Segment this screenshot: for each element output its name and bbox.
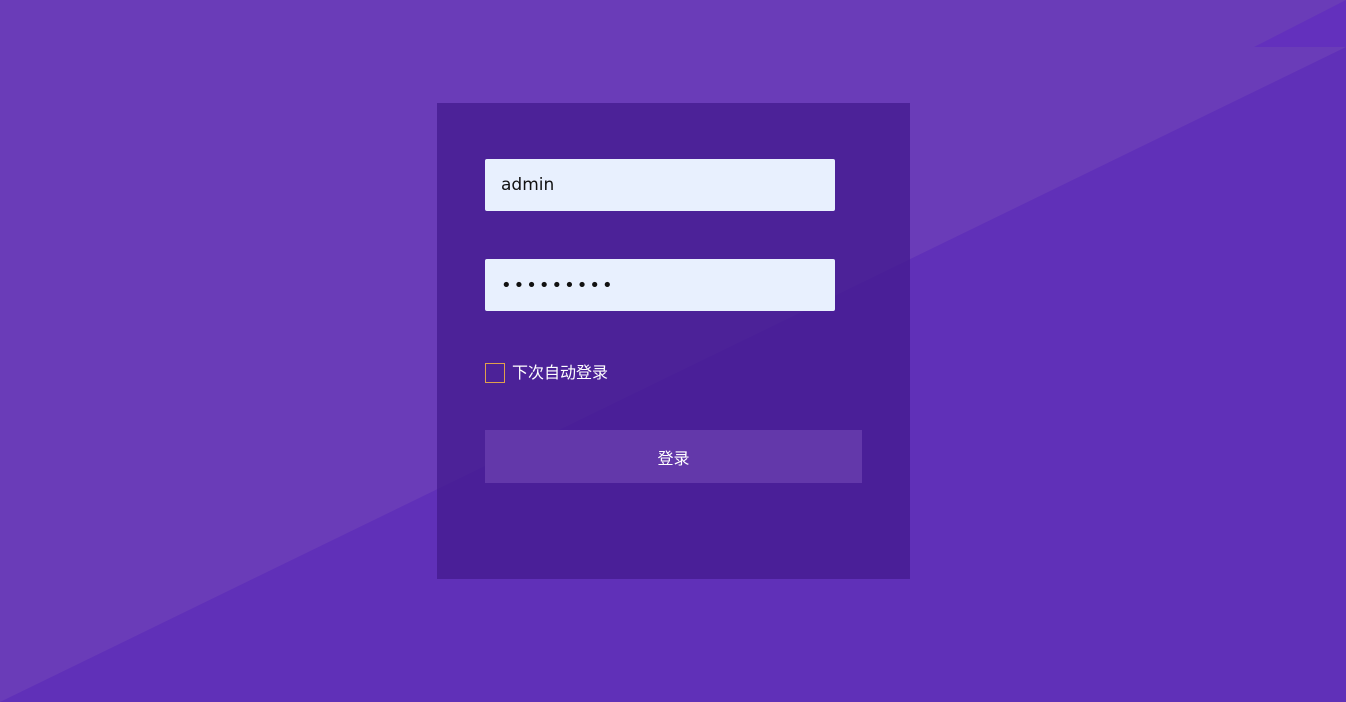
password-input[interactable] bbox=[485, 259, 835, 311]
login-button[interactable]: 登录 bbox=[485, 430, 862, 483]
remember-login-checkbox[interactable] bbox=[485, 363, 505, 383]
username-input[interactable] bbox=[485, 159, 835, 211]
remember-login-row: 下次自动登录 bbox=[485, 362, 608, 384]
login-panel: 下次自动登录 登录 bbox=[437, 103, 910, 579]
remember-login-label[interactable]: 下次自动登录 bbox=[512, 362, 608, 384]
